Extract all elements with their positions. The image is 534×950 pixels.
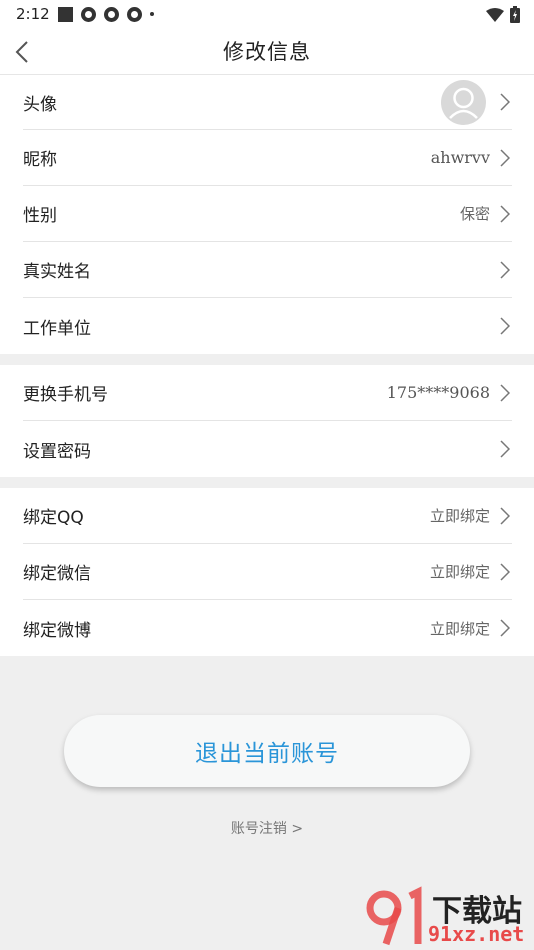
row-value: 立即绑定 [429,563,490,581]
row-value: 立即绑定 [429,507,490,525]
row-label: 头像 [23,94,57,115]
row-label: 绑定QQ [23,508,84,528]
status-time: 2:12 [16,5,50,23]
row-value: 175****9068 [386,383,490,402]
cancel-account-link[interactable]: 账号注销 > [0,818,534,838]
change-phone-row[interactable]: 更换手机号 175****9068 [23,365,512,421]
section-gap [0,354,534,365]
watermark-domain: 91xz.net [428,922,525,946]
bind-weibo-row[interactable]: 绑定微博 立即绑定 [23,600,512,656]
logout-button-wrapper: 退出当前账号 [64,715,470,787]
chevron-right-icon [498,204,512,224]
chevron-right-icon [498,260,512,280]
chevron-right-icon [498,316,512,336]
nickname-row[interactable]: 昵称 ahwrvv [23,130,512,186]
bind-wechat-row[interactable]: 绑定微信 立即绑定 [23,544,512,600]
chevron-left-icon [15,41,28,63]
more-notifications-dot-icon [149,12,154,16]
logout-button[interactable]: 退出当前账号 [64,715,470,787]
notification-wheel-icon [126,6,142,22]
chevron-right-icon [498,439,512,459]
bind-qq-row[interactable]: 绑定QQ 立即绑定 [23,488,512,544]
row-label: 真实姓名 [23,262,91,282]
workplace-row[interactable]: 工作单位 [23,298,512,354]
row-value: 立即绑定 [429,619,490,638]
row-label: 设置密码 [23,441,91,462]
chevron-right-icon [498,562,512,582]
chevron-right-icon [498,148,512,168]
row-value: ahwrvv [430,148,490,167]
watermark-logo: 下载站 91xz.net [362,886,532,948]
status-bar: 2:12 [0,0,534,28]
page-title: 修改信息 [223,40,311,64]
account-group: 更换手机号 175****9068 设置密码 [0,365,534,477]
chevron-right-icon [498,618,512,638]
avatar [441,79,486,125]
notification-wheel-icon [80,6,96,22]
row-label: 昵称 [23,150,57,170]
notification-wheel-icon [103,6,119,22]
section-gap [0,477,534,488]
chevron-right-icon [498,383,512,403]
avatar-row[interactable]: 头像 [23,75,512,130]
row-label: 绑定微信 [23,564,91,584]
row-label: 性别 [23,206,57,226]
row-label: 工作单位 [23,318,91,339]
chevron-right-icon [498,92,512,112]
binding-group: 绑定QQ 立即绑定 绑定微信 立即绑定 绑定微博 立即绑定 [0,488,534,656]
row-label: 绑定微博 [23,620,91,641]
real-name-row[interactable]: 真实姓名 [23,242,512,298]
nav-bar: 修改信息 [0,28,534,75]
wifi-icon [486,7,504,22]
set-password-row[interactable]: 设置密码 [23,421,512,477]
back-button[interactable] [8,38,36,66]
row-label: 更换手机号 [23,385,108,405]
gender-row[interactable]: 性别 保密 [23,186,512,242]
notification-square-icon [57,6,73,22]
user-placeholder-icon [449,87,478,119]
row-value: 保密 [459,205,490,223]
profile-group: 头像 昵称 ahwrvv 性别 保密 真实姓名 工作单位 [0,75,534,354]
chevron-right-icon [498,506,512,526]
battery-icon [510,6,520,23]
